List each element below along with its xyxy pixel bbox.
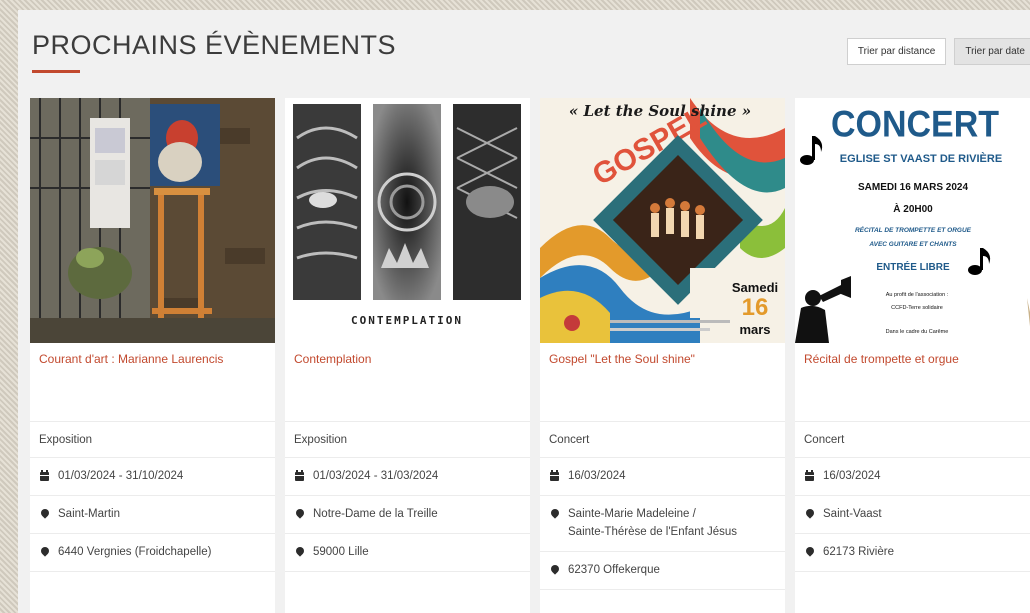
event-dates: 01/03/2024 - 31/03/2024 (285, 457, 530, 494)
artwork-photo (30, 98, 275, 343)
title-underline (32, 70, 80, 73)
event-category: Concert (795, 421, 1030, 458)
poster-line-2: AVEC GUITARE ET CHANTS (868, 241, 957, 248)
poster-frame-text: Dans le cadre du Carême (886, 329, 949, 335)
poster-date: SAMEDI 16 MARS 2024 (858, 182, 968, 193)
dates-label: 16/03/2024 (568, 470, 626, 482)
sort-by-date-button[interactable]: Trier par date (954, 38, 1030, 65)
poster-benefit-1: Au profit de l'association : (886, 292, 949, 298)
map-pin-icon (38, 505, 51, 523)
dates-label: 01/03/2024 - 31/03/2024 (313, 470, 439, 482)
event-card[interactable]: Courant d'art : Marianne Laurencis Expos… (30, 98, 275, 613)
page-title: PROCHAINS ÉVÈNEMENTS (32, 30, 397, 60)
place-label: Notre-Dame de la Treille (313, 508, 438, 520)
poster-benefit-2: CCFD-Terre solidaire (891, 305, 943, 311)
sort-by-distance-button[interactable]: Trier par distance (846, 38, 947, 65)
event-locality: 59000 Lille (285, 533, 530, 570)
event-locality: 62173 Rivière (795, 533, 1030, 570)
event-category: Exposition (30, 421, 275, 458)
event-place: Sainte-Marie Madeleine / Sainte-Thérèse d… (540, 495, 785, 550)
poster-heading: CONCERT (831, 103, 999, 145)
map-pin-icon (803, 543, 816, 561)
event-title[interactable]: Courant d'art : Marianne Laurencis (39, 352, 223, 366)
poster-date-number: 16 (742, 294, 769, 321)
poster-line-1: RÉCITAL DE TROMPETTE ET ORGUE (855, 225, 972, 234)
event-title[interactable]: Récital de trompette et orgue (804, 352, 959, 366)
event-place: Saint-Vaast (795, 495, 1030, 532)
map-pin-icon (548, 505, 561, 523)
category-label: Exposition (39, 434, 93, 446)
dates-label: 01/03/2024 - 31/10/2024 (58, 470, 184, 482)
card-footer (30, 571, 275, 613)
category-label: Concert (804, 434, 845, 446)
map-pin-icon (293, 505, 306, 523)
event-image-concert[interactable]: CONCERT EGLISE ST VAAST DE RIVIÈRE SAMED… (795, 98, 1030, 343)
place-label: Sainte-Marie Madeleine / Sainte-Thérèse d… (568, 505, 737, 541)
event-card[interactable]: CONCERT EGLISE ST VAAST DE RIVIÈRE SAMED… (795, 98, 1030, 613)
gospel-poster: « Let the Soul shine » GOSPEL Samedi 16 … (540, 98, 785, 343)
event-image-gospel[interactable]: « Let the Soul shine » GOSPEL Samedi 16 … (540, 98, 785, 343)
card-footer (285, 571, 530, 613)
poster-time: À 20H00 (893, 202, 933, 215)
category-label: Exposition (294, 434, 348, 446)
event-category: Concert (540, 421, 785, 458)
event-card[interactable]: « Let the Soul shine » GOSPEL Samedi 16 … (540, 98, 785, 613)
poster-month: mars (739, 322, 770, 337)
poster-entry: ENTRÉE LIBRE (876, 260, 950, 273)
event-dates: 16/03/2024 (795, 457, 1030, 494)
calendar-icon (39, 467, 50, 485)
events-panel: PROCHAINS ÉVÈNEMENTS Trier par distance … (18, 10, 1030, 613)
locality-label: 6440 Vergnies (Froidchapelle) (58, 546, 212, 558)
place-line-1: Sainte-Marie Madeleine / (568, 508, 696, 520)
category-label: Concert (549, 434, 590, 446)
place-line-2: Sainte-Thérèse de l'Enfant Jésus (568, 526, 738, 538)
map-pin-icon (293, 543, 306, 561)
poster-script-title: « Let the Soul shine » (569, 102, 751, 120)
event-locality: 6440 Vergnies (Froidchapelle) (30, 533, 275, 570)
calendar-icon (804, 467, 815, 485)
calendar-icon (549, 467, 560, 485)
card-footer (540, 589, 785, 613)
card-footer (795, 571, 1030, 613)
locality-label: 62173 Rivière (823, 546, 894, 558)
concert-poster: CONCERT EGLISE ST VAAST DE RIVIÈRE SAMED… (795, 98, 1030, 343)
calendar-icon (294, 467, 305, 485)
map-pin-icon (803, 505, 816, 523)
event-card[interactable]: CONTEMPLATION Contemplation Exposition 0… (285, 98, 530, 613)
event-image-artwork[interactable] (30, 98, 275, 343)
poster-day: Samedi (732, 280, 778, 295)
contemplation-poster: CONTEMPLATION (285, 98, 530, 343)
locality-label: 59000 Lille (313, 546, 369, 558)
map-pin-icon (38, 543, 51, 561)
place-label: Saint-Vaast (823, 508, 882, 520)
event-place: Notre-Dame de la Treille (285, 495, 530, 532)
event-place: Saint-Martin (30, 495, 275, 532)
poster-caption: CONTEMPLATION (351, 314, 463, 327)
poster-church: EGLISE ST VAAST DE RIVIÈRE (840, 152, 1002, 165)
event-dates: 01/03/2024 - 31/10/2024 (30, 457, 275, 494)
event-image-contemplation[interactable]: CONTEMPLATION (285, 98, 530, 343)
sort-controls: Trier par distance Trier par date (846, 38, 1030, 65)
dates-label: 16/03/2024 (823, 470, 881, 482)
event-title[interactable]: Gospel "Let the Soul shine" (549, 352, 695, 366)
event-dates: 16/03/2024 (540, 457, 785, 494)
map-pin-icon (548, 561, 561, 579)
event-title[interactable]: Contemplation (294, 352, 371, 366)
event-category: Exposition (285, 421, 530, 458)
locality-label: 62370 Offekerque (568, 564, 660, 576)
place-label: Saint-Martin (58, 508, 120, 520)
event-locality: 62370 Offekerque (540, 551, 785, 588)
